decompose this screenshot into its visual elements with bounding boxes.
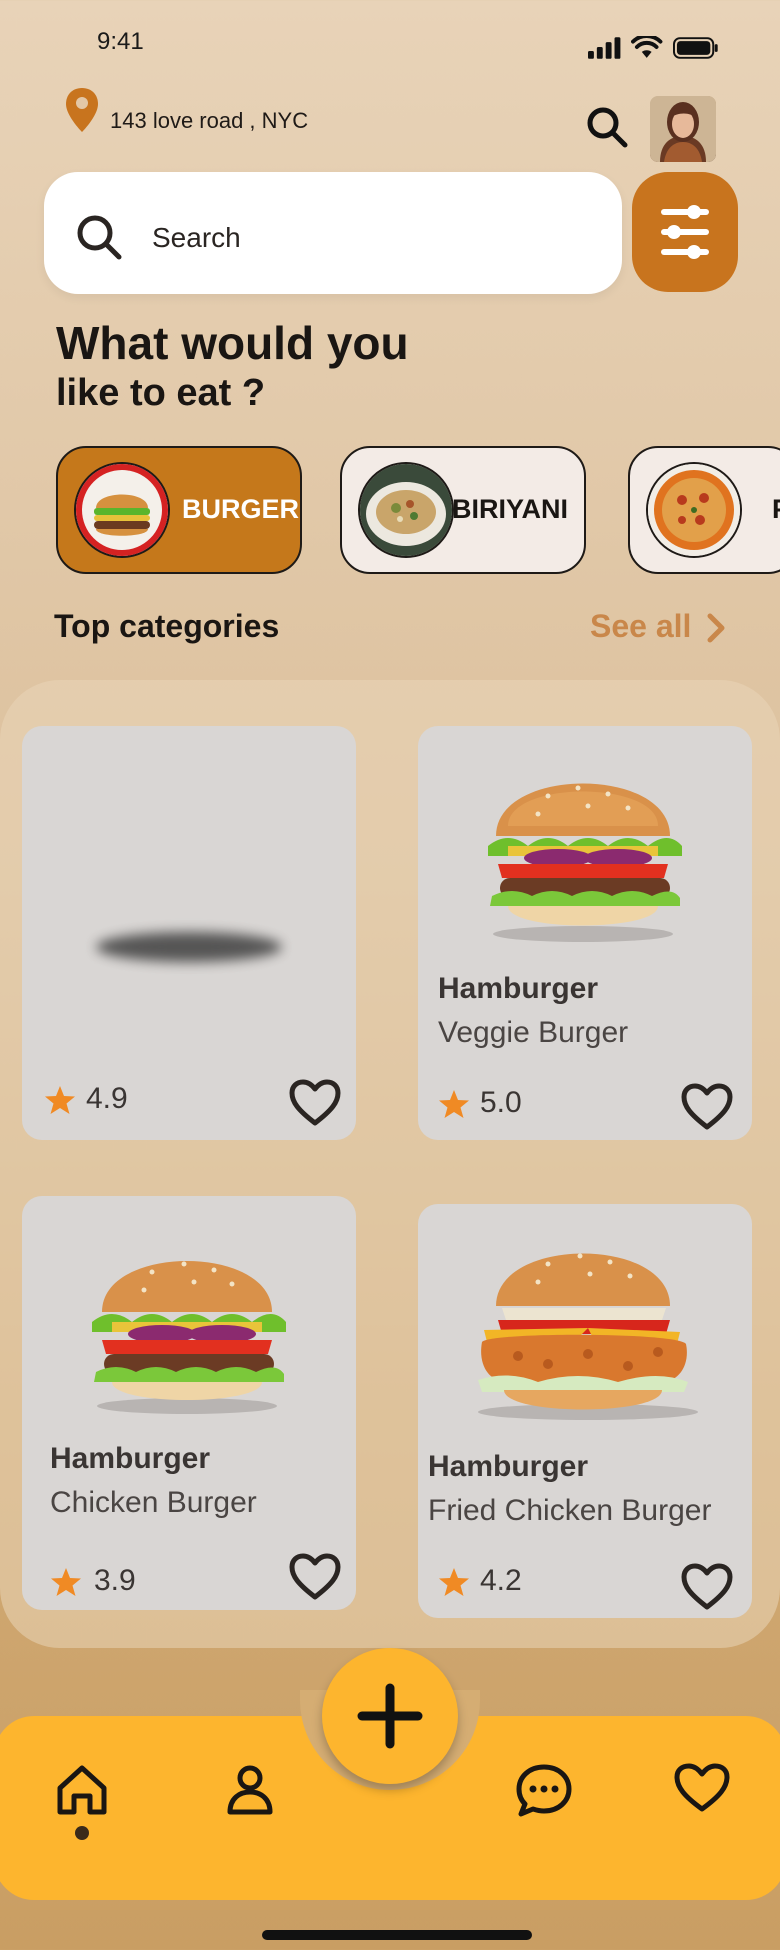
page-title: What would you — [56, 317, 409, 369]
sliders-icon — [661, 205, 709, 259]
heart-icon[interactable] — [680, 1082, 734, 1132]
category-chip-biriyani[interactable]: BIRIYANI — [340, 446, 586, 574]
avatar-image — [650, 96, 716, 162]
add-button[interactable] — [322, 1648, 458, 1784]
product-card[interactable]: Hamburger Veggie Burger 5.0 — [418, 726, 752, 1140]
rating-value: 5.0 — [480, 1086, 522, 1119]
home-indicator — [262, 1930, 532, 1940]
page-subtitle: like to eat ? — [56, 372, 266, 414]
search-icon — [77, 215, 122, 260]
chip-label: BIRIYANI — [452, 494, 569, 524]
status-time: 9:41 — [97, 28, 144, 55]
product-title: Hamburger — [438, 972, 599, 1005]
category-chip-burger[interactable]: BURGER — [56, 446, 302, 574]
product-title: Hamburger — [50, 1442, 211, 1475]
product-subtitle: Fried Chicken Burger — [428, 1494, 712, 1527]
star-icon — [45, 1086, 75, 1114]
rating-value: 4.9 — [86, 1082, 128, 1115]
product-title: Hamburger — [428, 1450, 589, 1483]
heart-icon[interactable] — [680, 1562, 734, 1612]
chevron-right-icon[interactable] — [700, 610, 730, 646]
location-text[interactable]: 143 love road , NYC — [110, 108, 308, 134]
chip-label: P — [772, 494, 780, 525]
signal-icon — [588, 37, 621, 59]
favorites-heart-icon[interactable] — [672, 1762, 732, 1814]
product-image — [478, 1253, 698, 1420]
rating-value: 4.2 — [480, 1564, 522, 1597]
heart-icon[interactable] — [288, 1078, 342, 1128]
rating-value: 3.9 — [94, 1564, 136, 1597]
avatar[interactable] — [650, 96, 716, 162]
home-icon[interactable] — [54, 1762, 110, 1818]
category-chip-pizza[interactable]: P — [628, 446, 780, 574]
heart-icon[interactable] — [288, 1552, 342, 1602]
search-bar[interactable] — [44, 172, 622, 294]
product-image-shadow — [96, 932, 282, 962]
see-all-link[interactable]: See all — [590, 608, 691, 645]
pizza-thumbnail — [646, 462, 742, 558]
product-subtitle: Chicken Burger — [50, 1486, 257, 1519]
product-card[interactable]: 4.9 — [22, 726, 356, 1140]
section-title: Top categories — [54, 608, 280, 644]
chat-icon[interactable] — [514, 1762, 574, 1818]
product-image — [92, 1261, 286, 1414]
status-icons — [588, 36, 718, 60]
biriyani-thumbnail — [358, 462, 454, 558]
star-icon — [439, 1568, 469, 1596]
search-icon[interactable] — [584, 104, 630, 150]
profile-icon[interactable] — [222, 1762, 278, 1818]
battery-icon — [672, 37, 718, 59]
active-indicator — [75, 1826, 89, 1840]
star-icon — [439, 1090, 469, 1118]
product-card[interactable]: Hamburger Fried Chicken Burger 4.2 — [418, 1204, 752, 1618]
search-input[interactable]: Search — [152, 222, 241, 254]
chip-label: BURGER — [182, 494, 300, 524]
location-pin-icon — [66, 88, 98, 132]
plus-icon — [357, 1683, 423, 1749]
filter-button[interactable] — [632, 172, 738, 292]
wifi-icon — [631, 36, 663, 58]
star-icon — [51, 1568, 81, 1596]
product-image — [488, 783, 682, 942]
product-card[interactable]: Hamburger Chicken Burger 3.9 — [22, 1196, 356, 1610]
product-subtitle: Veggie Burger — [438, 1016, 629, 1049]
burger-thumbnail — [74, 462, 170, 558]
